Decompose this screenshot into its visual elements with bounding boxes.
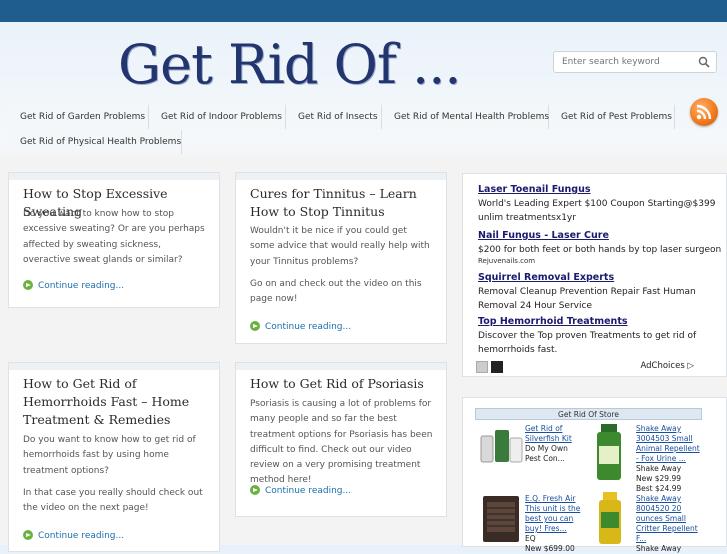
product-link[interactable]: Shake Away 3004503 Small Animal Repellen… xyxy=(636,424,700,463)
arrow-right-icon xyxy=(23,530,33,540)
shake-away-fox-image[interactable] xyxy=(595,424,623,480)
product-link[interactable]: Shake Away 8004520 20 ounces Small Critt… xyxy=(636,494,698,543)
product-vendor: EQ xyxy=(525,534,536,543)
next-ad-button[interactable] xyxy=(491,361,503,373)
rss-feed-icon[interactable] xyxy=(690,98,718,126)
product-price-new: New $699.00 xyxy=(525,544,575,553)
nav-pest-problems[interactable]: Get Rid of Pest Problems xyxy=(549,105,675,129)
post-card: Cures for Tinnitus – Learn How to Stop T… xyxy=(235,172,447,344)
store-title[interactable]: Get Rid Of Store xyxy=(475,408,702,420)
continue-reading-label[interactable]: Continue reading... xyxy=(265,322,351,332)
product-link[interactable]: E.Q. Fresh Air xyxy=(525,494,575,503)
ad-item[interactable]: Laser Toenail Fungus World's Leading Exp… xyxy=(478,184,723,225)
ad-description: Removal Cleanup Prevention Repair Fast H… xyxy=(478,287,696,311)
card-top-bar xyxy=(9,173,219,180)
ad-item[interactable]: Top Hemorrhoid Treatments Discover the T… xyxy=(478,316,723,357)
product-vendor: Shake Away xyxy=(636,464,682,473)
ad-block: Laser Toenail Fungus World's Leading Exp… xyxy=(462,173,727,377)
continue-reading-label[interactable]: Continue reading... xyxy=(38,531,124,541)
nav-mental-health-problems[interactable]: Get Rid of Mental Health Problems xyxy=(382,105,549,129)
product-description-link[interactable]: This unit is the best you can buy! Fres.… xyxy=(525,504,580,533)
post-excerpt: Psoriasis is causing a lot of problems f… xyxy=(250,399,433,486)
ad-description: World's Leading Expert $100 Coupon Start… xyxy=(478,199,716,223)
adchoices-label[interactable]: AdChoices xyxy=(640,361,684,371)
site-logo[interactable]: Get Rid Of ... xyxy=(118,38,462,92)
continue-reading-link[interactable]: Continue reading... xyxy=(23,280,124,291)
adchoices-link[interactable]: AdChoices ▷ xyxy=(640,361,694,371)
product-shake-away-fox[interactable]: Shake Away 3004503 Small Animal Repellen… xyxy=(636,424,700,494)
ad-url[interactable]: Rejuvenails.com xyxy=(478,257,723,265)
continue-reading-link[interactable]: Continue reading... xyxy=(23,530,124,541)
silverfish-kit-image[interactable] xyxy=(479,426,525,464)
arrow-right-icon xyxy=(23,280,33,290)
product-price-best: Best $24.99 xyxy=(636,484,682,493)
post-card: How to Get Rid of Psoriasis Psoriasis is… xyxy=(235,362,447,517)
post-card: How to Get Rid of Hemorrhoids Fast – Hom… xyxy=(8,362,220,552)
ad-description: $200 for both feet or both hands by top … xyxy=(478,245,722,255)
ad-title[interactable]: Laser Toenail Fungus xyxy=(478,184,723,195)
ad-title[interactable]: Squirrel Removal Experts xyxy=(478,272,723,283)
ad-item[interactable]: Nail Fungus - Laser Cure $200 for both f… xyxy=(478,230,723,265)
ad-description: Discover the Top proven Treatments to ge… xyxy=(478,331,697,355)
continue-reading-link[interactable]: Continue reading... xyxy=(250,321,351,332)
nav-indoor-problems[interactable]: Get Rid of Indoor Problems xyxy=(149,105,286,129)
shake-away-critter-image[interactable] xyxy=(597,492,623,544)
nav-insects[interactable]: Get Rid of Insects xyxy=(286,105,382,129)
product-vendor: Do My Own Pest Con... xyxy=(525,444,568,463)
post-excerpt-2: Go on and check out the video on this pa… xyxy=(250,279,422,305)
post-title[interactable]: How to Get Rid of Hemorrhoids Fast – Hom… xyxy=(23,375,207,429)
card-top-bar xyxy=(236,363,446,370)
arrow-right-icon xyxy=(250,321,260,331)
continue-reading-link[interactable]: Continue reading... xyxy=(250,485,351,496)
post-excerpt: Do you want to know how to get rid of he… xyxy=(23,435,196,476)
card-top-bar xyxy=(9,363,219,370)
post-excerpt-2: In that case you really should check out… xyxy=(23,488,203,514)
product-shake-away-critter[interactable]: Shake Away 8004520 20 ounces Small Critt… xyxy=(636,494,700,554)
product-price-new: New $29.99 xyxy=(636,474,681,483)
ad-item[interactable]: Squirrel Removal Experts Removal Cleanup… xyxy=(478,272,723,313)
ad-title[interactable]: Top Hemorrhoid Treatments xyxy=(478,316,723,327)
post-card: How to Stop Excessive Sweating Do you wa… xyxy=(8,172,220,308)
ad-pager xyxy=(476,361,506,376)
nav-physical-health-problems[interactable]: Get Rid of Physical Health Problems xyxy=(8,130,182,154)
continue-reading-label[interactable]: Continue reading... xyxy=(38,281,124,291)
prev-ad-button[interactable] xyxy=(476,361,488,373)
search-box[interactable] xyxy=(553,51,717,73)
product-silverfish-kit[interactable]: Get Rid of Silverfish Kit Do My Own Pest… xyxy=(525,424,581,464)
post-title[interactable]: Cures for Tinnitus – Learn How to Stop T… xyxy=(250,185,434,221)
adchoices-icon: ▷ xyxy=(687,361,694,371)
product-eq-fresh-air[interactable]: E.Q. Fresh Air This unit is the best you… xyxy=(525,494,581,554)
ad-title[interactable]: Nail Fungus - Laser Cure xyxy=(478,230,723,241)
search-input[interactable] xyxy=(562,57,692,67)
store-widget: Get Rid Of Store Get Rid of Silverfish K… xyxy=(462,397,727,553)
card-top-bar xyxy=(236,173,446,180)
search-icon[interactable] xyxy=(698,56,710,68)
product-vendor: Shake Away xyxy=(636,544,682,553)
product-link[interactable]: Get Rid of Silverfish Kit xyxy=(525,424,572,443)
post-excerpt: Do you want to know how to stop excessiv… xyxy=(23,209,205,265)
eq-fresh-air-image[interactable] xyxy=(481,494,521,544)
continue-reading-label[interactable]: Continue reading... xyxy=(265,486,351,496)
post-title[interactable]: How to Get Rid of Psoriasis xyxy=(250,375,434,393)
post-excerpt: Wouldn't it be nice if you could get som… xyxy=(250,226,430,267)
nav-garden-problems[interactable]: Get Rid of Garden Problems xyxy=(8,105,149,129)
top-band xyxy=(0,0,727,22)
arrow-right-icon xyxy=(250,485,260,495)
